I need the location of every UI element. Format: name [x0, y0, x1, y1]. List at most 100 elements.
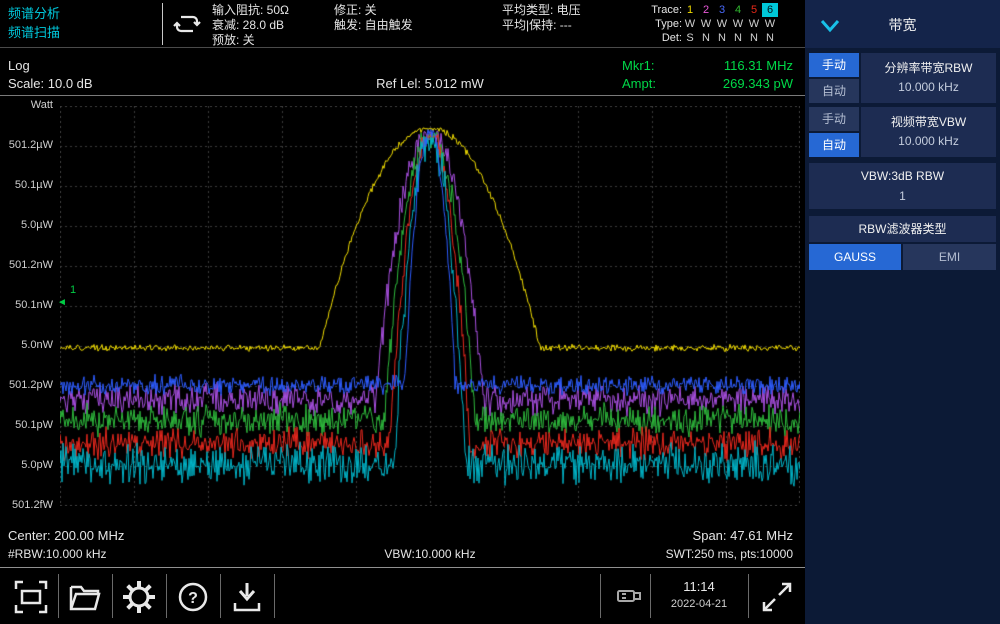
rbw-manual-button[interactable]: 手动 [809, 53, 859, 77]
continuous-sweep-icon[interactable] [172, 11, 202, 37]
type-row-label: Type: [640, 17, 682, 31]
vbw-rbw-ratio-card[interactable]: VBW:3dB RBW 1 [809, 163, 996, 209]
sweep-time-readout: SWT:250 ms, pts:10000 [666, 547, 793, 562]
marker1-label: Mkr1: [622, 58, 655, 74]
trace-det: N [730, 31, 746, 45]
trace-number: 1 [682, 3, 698, 17]
filter-emi-button[interactable]: EMI [903, 244, 996, 270]
trace-type: W [762, 17, 778, 31]
clock-display: 11:14 2022-04-21 [652, 574, 746, 618]
vbw-value: 10.000 kHz [861, 134, 996, 148]
marker1-amplitude: 269.343 pW [723, 76, 793, 92]
marker1-amplitude-label: Ampt: [622, 76, 656, 92]
divider [166, 574, 167, 618]
marker1-frequency: 116.31 MHz [724, 58, 793, 74]
mode-title-line1[interactable]: 频谱分析 [8, 5, 60, 23]
trace-det: N [746, 31, 762, 45]
marker1-indicator[interactable]: 1 [70, 284, 76, 296]
preamp-label: 预放: 关 [212, 33, 255, 48]
settings-gear-icon[interactable] [120, 578, 158, 616]
spectrum-analyzer-screen: 频谱分析 频谱扫描 输入阻抗: 50Ω 衰减: 28.0 dB 预放: 关 修正… [0, 0, 1000, 624]
y-axis-label: 501.2pW [1, 379, 53, 392]
rbw-value: 10.000 kHz [861, 80, 996, 94]
bandwidth-menu-panel: 带宽 手动 自动 分辨率带宽RBW 10.000 kHz 手动 自动 视频带宽V… [805, 0, 1000, 624]
average-hold-label: 平均|保持: --- [502, 18, 572, 33]
divider [112, 574, 113, 618]
file-open-icon[interactable] [66, 578, 104, 616]
divider [600, 574, 601, 618]
y-axis-label: 5.0nW [1, 339, 53, 352]
divider [0, 95, 805, 96]
divider [650, 574, 651, 618]
trace-det: N [714, 31, 730, 45]
y-axis-label: 5.0µW [1, 219, 53, 232]
trace-row: Trace:123456 [640, 3, 778, 17]
mode-title-line2[interactable]: 频谱扫描 [8, 24, 60, 42]
help-icon[interactable]: ? [174, 578, 212, 616]
attenuation-label: 衰减: 28.0 dB [212, 18, 284, 33]
svg-text:?: ? [188, 590, 198, 607]
trace-det: S [682, 31, 698, 45]
trace-number: 4 [730, 3, 746, 17]
marker-arrow-icon: ◄ [57, 297, 67, 309]
divider [274, 574, 275, 618]
screenshot-icon[interactable] [12, 578, 50, 616]
trace-number: 2 [698, 3, 714, 17]
rbw-value-box[interactable]: 分辨率带宽RBW 10.000 kHz [861, 53, 996, 103]
divider [162, 3, 163, 45]
save-icon[interactable] [228, 578, 266, 616]
det-row-label: Det: [640, 31, 682, 45]
fullscreen-icon[interactable] [758, 578, 796, 616]
type-row: Type:WWWWWW [640, 17, 778, 31]
y-axis-label: 501.2fW [1, 499, 53, 512]
trigger-label: 触发: 自由触发 [334, 18, 413, 33]
scale-label: Scale: 10.0 dB [8, 76, 93, 92]
panel-title: 带宽 [805, 15, 1000, 35]
vbw-setting-card: 手动 自动 视频带宽VBW 10.000 kHz [809, 107, 996, 157]
vbw-manual-button[interactable]: 手动 [809, 107, 859, 131]
trace-type: W [682, 17, 698, 31]
average-type-label: 平均类型: 电压 [502, 3, 581, 18]
rbw-readout: #RBW:10.000 kHz [8, 547, 107, 562]
rbw-label: 分辨率带宽RBW [861, 59, 996, 76]
vbw-readout: VBW:10.000 kHz [300, 547, 560, 562]
trace-det: N [698, 31, 714, 45]
y-axis-label: 50.1pW [1, 419, 53, 432]
ratio-value: 1 [809, 189, 996, 203]
spectrum-canvas[interactable] [60, 106, 800, 506]
y-axis-label: 50.1nW [1, 299, 53, 312]
trace-det: N [762, 31, 778, 45]
input-impedance-label: 输入阻抗: 50Ω [212, 3, 289, 18]
rbw-filter-type-card: RBW滤波器类型 GAUSS EMI [809, 216, 996, 270]
filter-type-label-box: RBW滤波器类型 [809, 216, 996, 242]
trace-type: W [746, 17, 762, 31]
trace-row-label: Trace: [640, 3, 682, 17]
y-axis-unit: Watt [1, 99, 53, 112]
y-axis-label: 50.1µW [1, 179, 53, 192]
y-axis-label: 5.0pW [1, 459, 53, 472]
vbw-auto-button[interactable]: 自动 [809, 133, 859, 157]
det-row: Det:SNNNNN [640, 31, 778, 45]
correction-label: 修正: 关 [334, 3, 377, 18]
trace-number: 3 [714, 3, 730, 17]
time-text: 11:14 [652, 577, 746, 597]
trace-number: 5 [746, 3, 762, 17]
trace-type: W [714, 17, 730, 31]
vbw-value-box[interactable]: 视频带宽VBW 10.000 kHz [861, 107, 996, 157]
bottom-toolbar: ? 11:14 2022-04-21 [0, 567, 805, 624]
center-frequency-label: Center: 200.00 MHz [8, 528, 124, 543]
rbw-auto-button[interactable]: 自动 [809, 79, 859, 103]
filter-gauss-button[interactable]: GAUSS [809, 244, 901, 270]
rbw-setting-card: 手动 自动 分辨率带宽RBW 10.000 kHz [809, 53, 996, 103]
trace-type: W [698, 17, 714, 31]
divider [220, 574, 221, 618]
span-label: Span: 47.61 MHz [693, 528, 793, 543]
ref-level-label: Ref Lel: 5.012 mW [300, 76, 560, 92]
usb-device-icon [615, 584, 643, 608]
trace-number: 6 [762, 3, 778, 17]
panel-header: 带宽 [805, 0, 1000, 48]
filter-type-label: RBW滤波器类型 [809, 216, 996, 242]
top-status-bar: 频谱分析 频谱扫描 输入阻抗: 50Ω 衰减: 28.0 dB 预放: 关 修正… [0, 0, 805, 48]
date-text: 2022-04-21 [652, 597, 746, 612]
trace-type: W [730, 17, 746, 31]
